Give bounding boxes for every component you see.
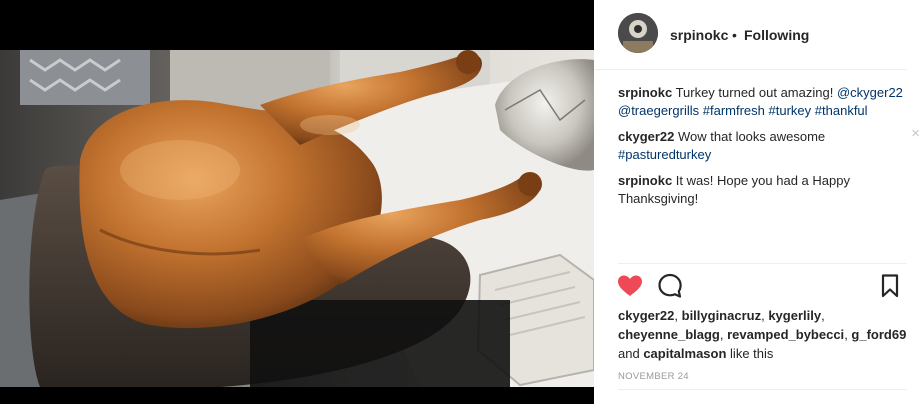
hashtag-link[interactable]: #thankful xyxy=(815,103,868,118)
header-username-link[interactable]: srpinokc xyxy=(670,27,728,43)
comment-text: Wow that looks awesome xyxy=(674,129,826,144)
liker-link[interactable]: revamped_bybecci xyxy=(727,327,844,342)
post-sidebar: srpinokc • Following srpinokc Turkey tur… xyxy=(594,0,923,404)
hashtag-link[interactable]: #farmfresh xyxy=(703,103,765,118)
heart-icon xyxy=(618,275,642,296)
mention-link[interactable]: @traegergrills xyxy=(618,103,699,118)
like-button[interactable] xyxy=(616,272,644,300)
likes-and-word: and xyxy=(618,346,640,361)
liker-link[interactable]: capitalmason xyxy=(643,346,726,361)
following-button[interactable]: Following xyxy=(744,27,809,43)
action-bar xyxy=(614,272,909,302)
comment-button[interactable] xyxy=(656,272,684,300)
liker-link[interactable]: cheyenne_blagg xyxy=(618,327,720,342)
comment-caption: srpinokc Turkey turned out amazing! @cky… xyxy=(618,84,910,120)
comment-text: Turkey turned out amazing! xyxy=(672,85,837,100)
comment-icon xyxy=(658,273,682,298)
divider xyxy=(618,263,907,264)
liker-link[interactable]: g_ford69 xyxy=(851,327,906,342)
comment-item: ckyger22 Wow that looks awesome #pasture… xyxy=(618,125,920,164)
post-photo-turkey[interactable] xyxy=(0,50,594,387)
delete-comment-icon[interactable]: × xyxy=(911,125,920,143)
comment-item: srpinokc It was! Hope you had a Happy Th… xyxy=(618,172,910,208)
header-separator: • xyxy=(732,27,737,43)
hashtag-link[interactable]: #turkey xyxy=(769,103,812,118)
divider xyxy=(618,389,907,390)
instagram-post: srpinokc • Following srpinokc Turkey tur… xyxy=(0,0,923,404)
hashtag-link[interactable]: #pasturedturkey xyxy=(618,147,711,162)
likes-summary: ckyger22, billyginacruz, kygerlily, chey… xyxy=(618,308,907,361)
profile-avatar[interactable] xyxy=(618,13,658,53)
comment-username-link[interactable]: ckyger22 xyxy=(618,129,674,144)
likes-suffix: like this xyxy=(730,346,774,361)
liker-link[interactable]: ckyger22 xyxy=(618,308,674,323)
liker-link[interactable]: kygerlily xyxy=(768,308,821,323)
post-date[interactable]: NOVEMBER 24 xyxy=(618,371,689,382)
comment-username-link[interactable]: srpinokc xyxy=(618,85,672,100)
post-media xyxy=(0,0,594,404)
liker-link[interactable]: billyginacruz xyxy=(682,308,761,323)
comment-list: srpinokc Turkey turned out amazing! @cky… xyxy=(618,84,920,216)
avatar-image-icon xyxy=(618,13,658,53)
post-header: srpinokc • Following xyxy=(594,0,907,70)
mention-link[interactable]: @ckyger22 xyxy=(837,85,903,100)
bookmark-icon xyxy=(881,274,899,298)
turkey-photo-image xyxy=(0,50,594,387)
save-button[interactable] xyxy=(876,272,904,300)
comment-username-link[interactable]: srpinokc xyxy=(618,173,672,188)
